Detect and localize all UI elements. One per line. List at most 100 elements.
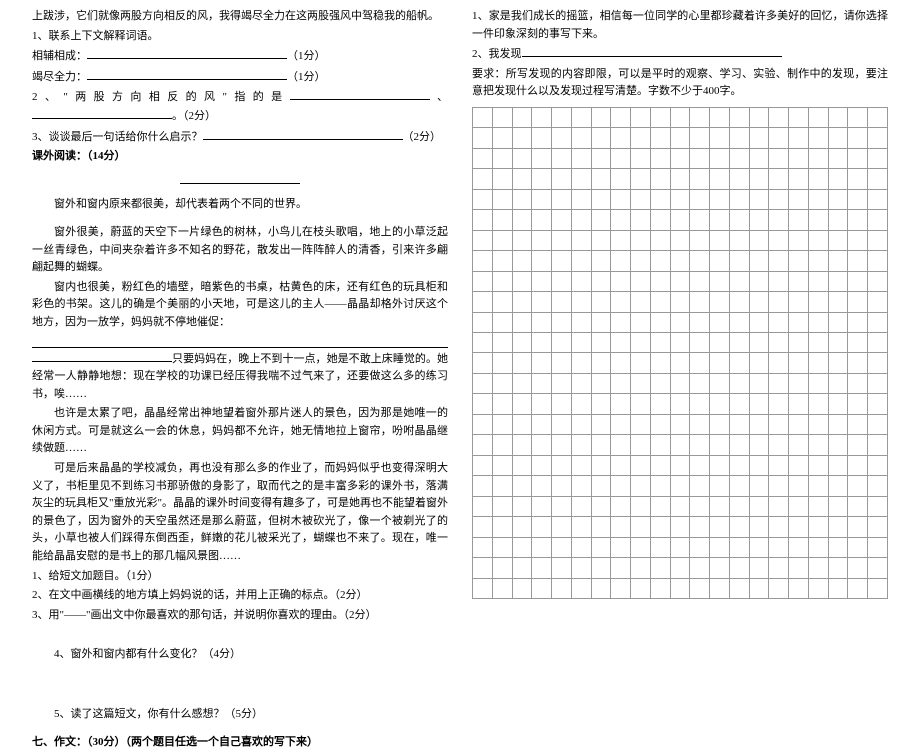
- grid-cell[interactable]: [730, 517, 750, 537]
- grid-cell[interactable]: [572, 292, 592, 312]
- grid-cell[interactable]: [730, 231, 750, 251]
- grid-cell[interactable]: [532, 394, 552, 414]
- grid-cell[interactable]: [493, 456, 513, 476]
- grid-cell[interactable]: [789, 517, 809, 537]
- grid-cell[interactable]: [809, 353, 829, 373]
- grid-cell[interactable]: [592, 128, 612, 148]
- grid-cell[interactable]: [769, 231, 789, 251]
- grid-cell[interactable]: [651, 435, 671, 455]
- grid-cell[interactable]: [809, 415, 829, 435]
- grid-cell[interactable]: [611, 415, 631, 435]
- grid-cell[interactable]: [750, 333, 770, 353]
- grid-cell[interactable]: [690, 497, 710, 517]
- grid-cell[interactable]: [592, 456, 612, 476]
- grid-cell[interactable]: [473, 394, 493, 414]
- grid-cell[interactable]: [868, 579, 888, 599]
- grid-cell[interactable]: [848, 497, 868, 517]
- grid-cell[interactable]: [750, 292, 770, 312]
- grid-cell[interactable]: [769, 456, 789, 476]
- grid-cell[interactable]: [750, 415, 770, 435]
- grid-cell[interactable]: [592, 374, 612, 394]
- grid-cell[interactable]: [809, 517, 829, 537]
- grid-cell[interactable]: [493, 394, 513, 414]
- grid-cell[interactable]: [789, 476, 809, 496]
- grid-cell[interactable]: [513, 333, 533, 353]
- grid-cell[interactable]: [789, 210, 809, 230]
- grid-cell[interactable]: [730, 333, 750, 353]
- grid-cell[interactable]: [710, 190, 730, 210]
- grid-cell[interactable]: [592, 210, 612, 230]
- grid-cell[interactable]: [868, 231, 888, 251]
- grid-cell[interactable]: [651, 456, 671, 476]
- grid-cell[interactable]: [848, 149, 868, 169]
- grid-cell[interactable]: [769, 251, 789, 271]
- grid-cell[interactable]: [750, 456, 770, 476]
- grid-cell[interactable]: [789, 374, 809, 394]
- grid-cell[interactable]: [572, 579, 592, 599]
- grid-cell[interactable]: [552, 415, 572, 435]
- grid-cell[interactable]: [710, 374, 730, 394]
- grid-cell[interactable]: [710, 497, 730, 517]
- grid-cell[interactable]: [631, 292, 651, 312]
- grid-cell[interactable]: [651, 210, 671, 230]
- grid-cell[interactable]: [631, 456, 651, 476]
- grid-cell[interactable]: [572, 415, 592, 435]
- grid-cell[interactable]: [611, 476, 631, 496]
- grid-cell[interactable]: [473, 579, 493, 599]
- grid-cell[interactable]: [750, 190, 770, 210]
- grid-cell[interactable]: [789, 497, 809, 517]
- grid-cell[interactable]: [651, 353, 671, 373]
- grid-cell[interactable]: [789, 394, 809, 414]
- grid-cell[interactable]: [848, 456, 868, 476]
- grid-cell[interactable]: [789, 251, 809, 271]
- grid-cell[interactable]: [513, 497, 533, 517]
- grid-cell[interactable]: [769, 128, 789, 148]
- grid-cell[interactable]: [532, 128, 552, 148]
- grid-cell[interactable]: [789, 169, 809, 189]
- grid-cell[interactable]: [552, 558, 572, 578]
- grid-cell[interactable]: [750, 149, 770, 169]
- grid-cell[interactable]: [769, 353, 789, 373]
- grid-cell[interactable]: [532, 579, 552, 599]
- grid-cell[interactable]: [750, 579, 770, 599]
- grid-cell[interactable]: [671, 579, 691, 599]
- grid-cell[interactable]: [690, 251, 710, 271]
- grid-cell[interactable]: [631, 415, 651, 435]
- grid-cell[interactable]: [651, 394, 671, 414]
- grid-cell[interactable]: [769, 476, 789, 496]
- grid-cell[interactable]: [730, 558, 750, 578]
- grid-cell[interactable]: [829, 374, 849, 394]
- grid-cell[interactable]: [710, 169, 730, 189]
- grid-cell[interactable]: [671, 251, 691, 271]
- grid-cell[interactable]: [809, 190, 829, 210]
- grid-cell[interactable]: [493, 558, 513, 578]
- grid-cell[interactable]: [750, 394, 770, 414]
- grid-cell[interactable]: [592, 517, 612, 537]
- grid-cell[interactable]: [848, 353, 868, 373]
- grid-cell[interactable]: [730, 169, 750, 189]
- grid-cell[interactable]: [552, 333, 572, 353]
- grid-cell[interactable]: [592, 558, 612, 578]
- blank-input[interactable]: [522, 45, 782, 57]
- grid-cell[interactable]: [809, 210, 829, 230]
- grid-cell[interactable]: [829, 353, 849, 373]
- grid-cell[interactable]: [848, 292, 868, 312]
- grid-cell[interactable]: [690, 476, 710, 496]
- grid-cell[interactable]: [829, 108, 849, 128]
- grid-cell[interactable]: [710, 210, 730, 230]
- grid-cell[interactable]: [493, 476, 513, 496]
- grid-cell[interactable]: [868, 476, 888, 496]
- grid-cell[interactable]: [532, 538, 552, 558]
- grid-cell[interactable]: [493, 333, 513, 353]
- grid-cell[interactable]: [473, 374, 493, 394]
- grid-cell[interactable]: [651, 333, 671, 353]
- grid-cell[interactable]: [532, 333, 552, 353]
- grid-cell[interactable]: [789, 313, 809, 333]
- grid-cell[interactable]: [730, 415, 750, 435]
- grid-cell[interactable]: [493, 353, 513, 373]
- grid-cell[interactable]: [532, 292, 552, 312]
- grid-cell[interactable]: [829, 558, 849, 578]
- grid-cell[interactable]: [513, 108, 533, 128]
- grid-cell[interactable]: [829, 251, 849, 271]
- grid-cell[interactable]: [829, 394, 849, 414]
